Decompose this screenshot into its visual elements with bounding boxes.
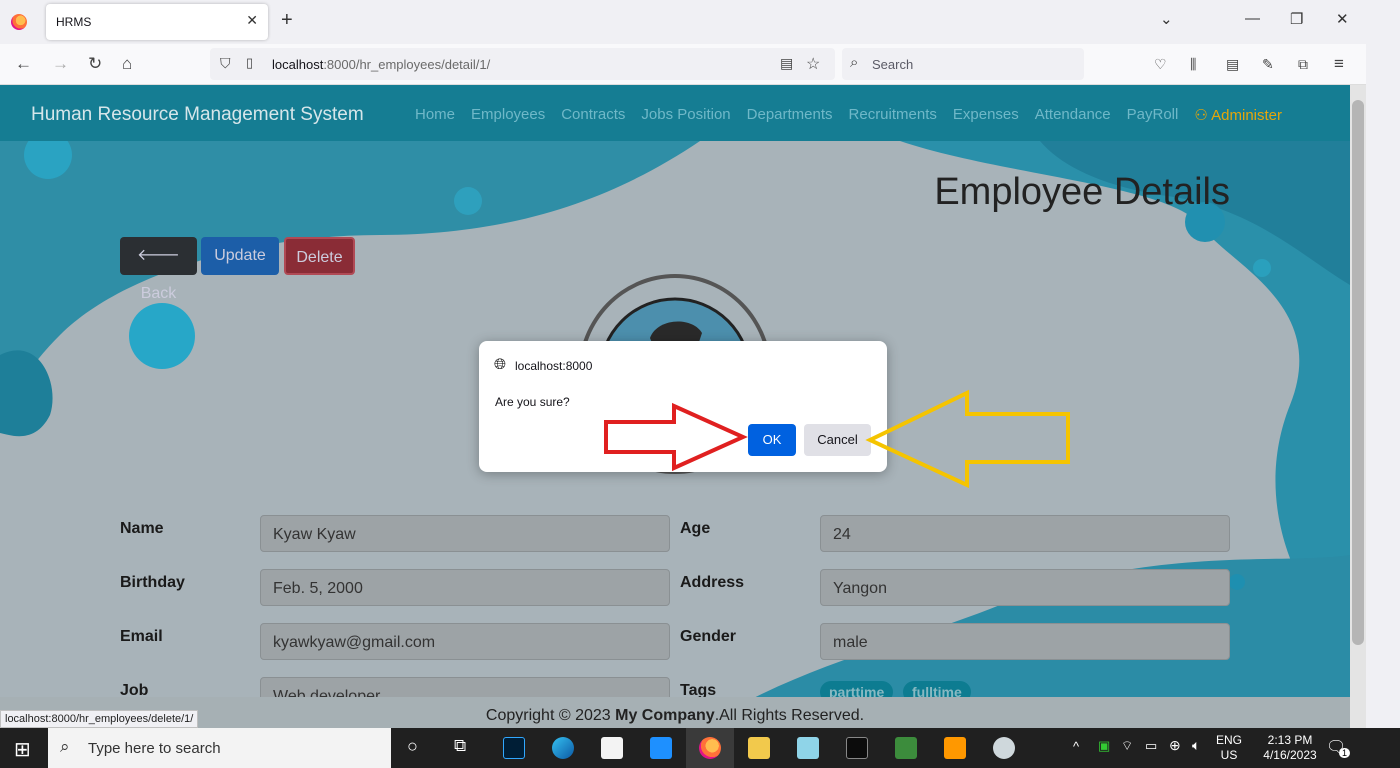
menu-home[interactable]: Home [415, 106, 455, 124]
address-field[interactable]: Yangon [820, 569, 1230, 606]
task-view-icon[interactable]: ⧉ [454, 736, 466, 756]
clock[interactable]: 2:13 PM 4/16/2023 [1258, 733, 1322, 763]
taskbar-search[interactable]: ⌕ Type here to search [48, 728, 391, 768]
back-icon[interactable]: ← [15, 54, 32, 74]
yellow-arrow-annotation [865, 389, 1070, 488]
url-text[interactable]: localhost:8000/hr_employees/detail/1/ [272, 57, 490, 72]
label-birthday: Birthday [120, 574, 185, 591]
forward-icon[interactable]: → [52, 54, 69, 74]
menu-employees[interactable]: Employees [471, 106, 545, 124]
bookmark-star-icon[interactable]: ☆ [806, 54, 820, 74]
ok-button[interactable]: OK [748, 424, 796, 456]
page-footer: Copyright © 2023 My Company.All Rights R… [0, 697, 1350, 728]
menu-departments[interactable]: Departments [747, 106, 833, 124]
cancel-button[interactable]: Cancel [804, 424, 871, 456]
wifi-icon[interactable]: ⌔ [1121, 738, 1133, 754]
list-all-tabs-icon[interactable]: ⌄ [1160, 10, 1173, 28]
paint-icon[interactable] [993, 737, 1015, 759]
mail-icon[interactable] [650, 737, 672, 759]
notepad-icon[interactable] [797, 737, 819, 759]
menu-payroll[interactable]: PayRoll [1127, 106, 1179, 124]
shield-icon[interactable]: ⛉ [220, 55, 231, 72]
search-placeholder: Search [872, 57, 914, 72]
menu-jobs-position[interactable]: Jobs Position [641, 106, 730, 124]
label-name: Name [120, 520, 164, 537]
site-navbar: Human Resource Management System Home Em… [0, 85, 1350, 141]
windows-start-icon[interactable]: ⊞ [14, 737, 31, 762]
site-menu: Home Employees Contracts Jobs Position D… [415, 106, 1282, 124]
page-title: Employee Details [934, 171, 1230, 213]
windows-taskbar: ⊞ ⌕ Type here to search ○ ⧉ ^ ▣ ⌔ ▭ ⊕ 🔈︎… [0, 728, 1400, 768]
edge-icon[interactable] [552, 737, 574, 759]
browser-tab[interactable]: HRMS ✕ [46, 4, 268, 40]
taskbar-search-placeholder: Type here to search [88, 740, 221, 757]
gender-field[interactable]: male [820, 623, 1230, 660]
menu-administer[interactable]: ⚇ Administer [1194, 106, 1282, 124]
dialog-origin: localhost:8000 [515, 359, 593, 373]
store-icon[interactable] [601, 737, 623, 759]
pocket-icon[interactable]: ♡ [1154, 54, 1167, 74]
menu-attendance[interactable]: Attendance [1035, 106, 1111, 124]
browser-tab-bar: HRMS ✕ + ⌄ — ❐ ✕ [0, 0, 1366, 44]
label-gender: Gender [680, 628, 737, 645]
show-hidden-icons[interactable]: ^ [1073, 739, 1079, 754]
update-button[interactable]: Update [201, 237, 279, 275]
menu-recruitments[interactable]: Recruitments [849, 106, 937, 124]
back-button[interactable]: 🡐 Back [120, 237, 197, 302]
cortana-icon[interactable]: ○ [407, 736, 418, 757]
firefox-taskbar-icon[interactable] [699, 737, 721, 759]
label-address: Address [680, 574, 745, 591]
search-icon: ⌕ [850, 54, 859, 71]
search-icon: ⌕ [60, 737, 70, 756]
site-brand[interactable]: Human Resource Management System [31, 104, 364, 126]
terminal-icon[interactable] [846, 737, 868, 759]
network-icon[interactable]: ⊕ [1169, 737, 1181, 754]
home-icon[interactable]: ⌂ [122, 54, 132, 74]
eyedropper-icon[interactable]: ✎ [1262, 54, 1274, 74]
reload-icon[interactable]: ↻ [88, 54, 102, 74]
file-explorer-icon[interactable] [748, 737, 770, 759]
menu-icon[interactable]: ≡ [1334, 54, 1344, 74]
tab-title: HRMS [56, 15, 92, 29]
new-tab-icon[interactable]: + [281, 10, 293, 30]
notification-count: 1 [1339, 748, 1351, 758]
email-field[interactable]: kyawkyaw@gmail.com [260, 623, 670, 660]
globe-icon: 🌐︎ [494, 356, 507, 373]
browser-search-bar[interactable]: ⌕ Search [842, 48, 1084, 80]
app-tray-icon[interactable]: ▣ [1098, 738, 1110, 754]
extensions-icon[interactable]: ⧉ [1298, 54, 1308, 74]
delete-button[interactable]: Delete [284, 237, 355, 275]
volume-icon[interactable]: 🔈︎ [1192, 737, 1200, 754]
close-window-icon[interactable]: ✕ [1336, 10, 1349, 28]
sidebar-icon[interactable]: ▤ [1226, 54, 1239, 74]
status-url: localhost:8000/hr_employees/delete/1/ [0, 710, 199, 728]
arrow-left-icon: 🡐 [137, 247, 180, 264]
red-arrow-annotation [604, 402, 748, 472]
scrollbar-thumb[interactable] [1352, 100, 1364, 645]
menu-contracts[interactable]: Contracts [561, 106, 625, 124]
library-icon[interactable]: ⫼ [1190, 54, 1196, 74]
photoshop-icon[interactable] [503, 737, 525, 759]
minimize-icon[interactable]: — [1245, 10, 1260, 27]
battery-icon[interactable]: ▭ [1145, 738, 1157, 754]
reader-view-icon[interactable]: ▤ [780, 55, 793, 72]
sublime-icon[interactable] [944, 737, 966, 759]
chart-app-icon[interactable] [895, 737, 917, 759]
firefox-icon[interactable] [11, 14, 27, 30]
age-field[interactable]: 24 [820, 515, 1230, 552]
dialog-message: Are you sure? [495, 395, 570, 409]
user-icon: ⚇ [1194, 107, 1212, 124]
name-field[interactable]: Kyaw Kyaw [260, 515, 670, 552]
label-age: Age [680, 520, 711, 537]
page-icon[interactable]: ▯ [246, 55, 253, 71]
language-indicator[interactable]: ENG US [1216, 733, 1242, 763]
birthday-field[interactable]: Feb. 5, 2000 [260, 569, 670, 606]
label-email: Email [120, 628, 163, 645]
restore-icon[interactable]: ❐ [1290, 10, 1303, 28]
close-tab-icon[interactable]: ✕ [246, 12, 258, 29]
url-bar[interactable]: ⛉ ▯ localhost:8000/hr_employees/detail/1… [210, 48, 835, 80]
menu-expenses[interactable]: Expenses [953, 106, 1019, 124]
